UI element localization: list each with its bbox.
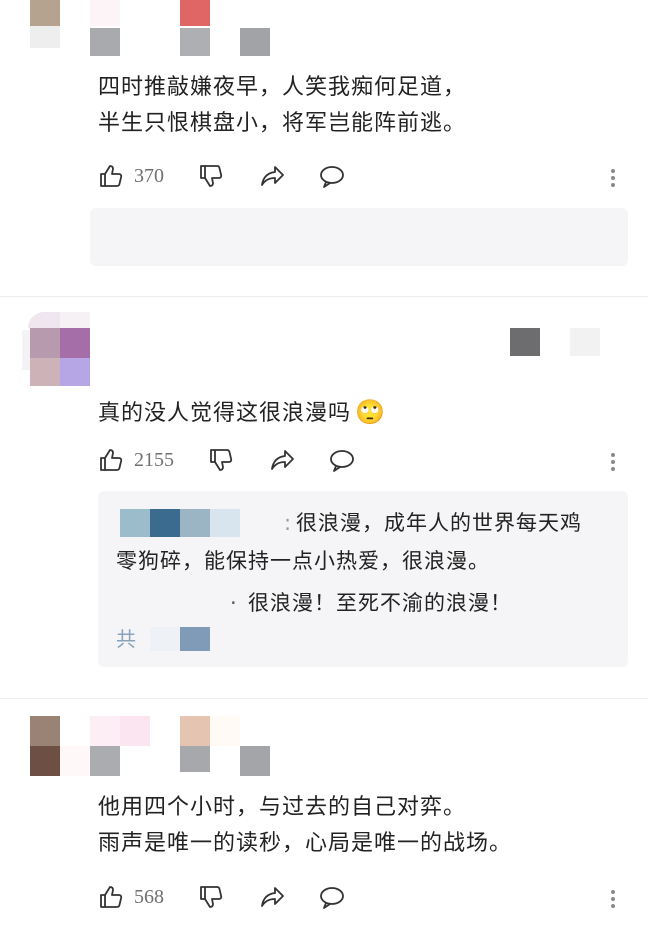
comment-text: 他用四个小时，与过去的自己对弈。 雨声是唯一的读秒，心局是唯一的战场。 <box>98 790 512 862</box>
thumbs-down-icon[interactable] <box>198 163 224 189</box>
avatar[interactable] <box>30 358 60 386</box>
reply-name-pixel <box>210 509 240 537</box>
reply-name-pixel <box>150 509 180 537</box>
comment-line: 四时推敲嫌夜早，人笑我痴何足道， <box>98 75 467 100</box>
comment-line: 他用四个小时，与过去的自己对弈。 <box>98 795 467 820</box>
reply-text-line: 零狗碎，能保持一点小热爱，很浪漫。 <box>116 549 490 573</box>
thumbs-down-icon[interactable] <box>198 884 224 910</box>
more-icon[interactable] <box>611 450 615 474</box>
avatar[interactable] <box>60 328 90 358</box>
avatar-fragment <box>28 312 60 328</box>
more-replies-pixel <box>180 627 210 651</box>
more-replies-pixel <box>150 627 180 651</box>
name-pixel <box>210 716 240 746</box>
reply-name-pixel <box>180 509 210 537</box>
like-count: 568 <box>134 886 164 908</box>
reply-text-line: 很浪漫，成年人的世界每天鸡 <box>296 511 582 535</box>
reply-box[interactable]: : 很浪漫，成年人的世界每天鸡 零狗碎，能保持一点小热爱，很浪漫。 · 很浪漫！… <box>98 491 628 667</box>
more-icon[interactable] <box>611 166 615 190</box>
avatar-fragment <box>22 330 30 370</box>
comment-icon[interactable] <box>318 885 346 911</box>
name-pixel <box>90 28 120 56</box>
name-pixel <box>180 716 210 746</box>
thumbs-up-icon[interactable] <box>98 884 124 910</box>
avatar-fragment <box>30 26 60 48</box>
divider <box>0 698 648 699</box>
comment-icon[interactable] <box>328 448 356 474</box>
name-pixel <box>90 746 120 776</box>
name-pixel <box>240 746 270 776</box>
avatar-fragment <box>60 312 90 328</box>
rolling-eyes-emoji-icon: 🙄 <box>355 398 386 426</box>
name-pixel <box>60 746 90 776</box>
share-icon[interactable] <box>258 884 286 910</box>
name-pixel <box>120 716 150 746</box>
share-icon[interactable] <box>258 163 286 189</box>
reply-separator: : <box>284 511 293 535</box>
thumbs-down-icon[interactable] <box>208 447 234 473</box>
name-pixel <box>180 28 210 56</box>
more-replies-link[interactable]: 共 <box>116 623 136 652</box>
comment-text: 真的没人觉得这很浪漫吗 🙄 <box>98 394 386 432</box>
reply-name-pixel <box>120 509 150 537</box>
avatar[interactable] <box>60 358 90 386</box>
like-count: 370 <box>134 165 164 187</box>
name-pixel <box>180 0 210 26</box>
avatar[interactable] <box>30 746 60 776</box>
divider <box>0 296 648 297</box>
share-icon[interactable] <box>268 447 296 473</box>
thumbs-up-icon[interactable] <box>98 163 124 189</box>
name-pixel <box>180 746 210 772</box>
avatar[interactable] <box>30 716 60 746</box>
avatar[interactable] <box>30 0 60 26</box>
comment-line: 半生只恨棋盘小，将军岂能阵前逃。 <box>98 111 467 136</box>
thumbs-up-icon[interactable] <box>98 447 124 473</box>
name-pixel <box>240 28 270 56</box>
follow-pixel <box>510 328 540 356</box>
follow-pixel <box>570 328 600 356</box>
comment-line: 雨声是唯一的读秒，心局是唯一的战场。 <box>98 831 513 856</box>
name-pixel <box>90 716 120 746</box>
comment-line: 真的没人觉得这很浪漫吗 <box>98 401 352 426</box>
comment-text: 四时推敲嫌夜早，人笑我痴何足道， 半生只恨棋盘小，将军岂能阵前逃。 <box>98 70 466 142</box>
reply-separator: · <box>230 591 238 615</box>
reply-text-line: 很浪漫！至死不渝的浪漫！ <box>248 591 512 615</box>
reply-box[interactable] <box>90 208 628 266</box>
comment-icon[interactable] <box>318 164 346 190</box>
name-pixel <box>90 0 120 26</box>
like-count: 2155 <box>134 449 174 471</box>
more-icon[interactable] <box>611 887 615 911</box>
avatar[interactable] <box>30 328 60 358</box>
